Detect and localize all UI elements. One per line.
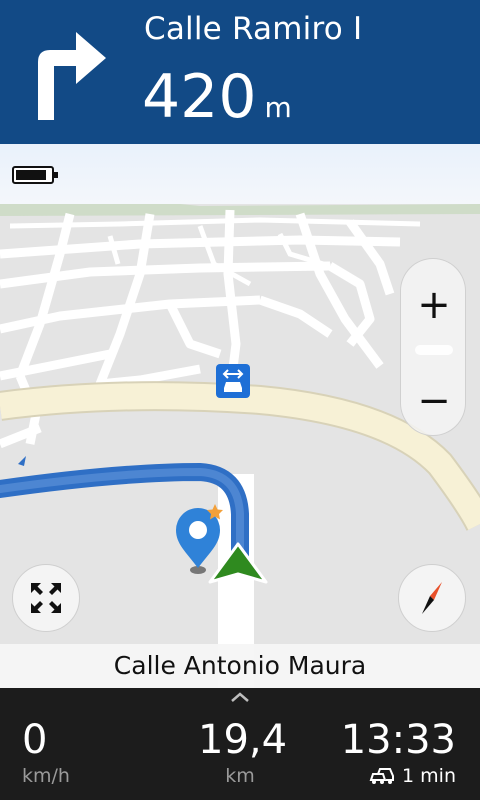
horizon-sky [0, 144, 480, 204]
battery-icon [12, 166, 58, 184]
trip-info-bar[interactable]: 0 km/h 19,4 km 13:33 1 min [0, 688, 480, 800]
speed-unit: km/h [22, 765, 70, 787]
map-view[interactable]: + − Calle Antonio Maura [0, 144, 480, 688]
arrival-time: 13:33 1 min [341, 716, 456, 788]
zoom-out-button[interactable]: − [401, 371, 467, 431]
traffic-delay: 1 min [341, 764, 456, 788]
fullscreen-icon [31, 583, 61, 613]
zoom-in-button[interactable]: + [401, 275, 467, 335]
distance-value: 420 [142, 62, 257, 132]
fullscreen-button[interactable] [12, 564, 80, 632]
distance-unit: m [264, 91, 292, 124]
turn-right-arrow-icon [38, 32, 106, 120]
maneuver-header: Calle Ramiro I 420 m [0, 0, 480, 144]
zoom-control: + − [400, 258, 466, 436]
distance-to-turn: 420 m [142, 62, 292, 132]
arrival-time-value: 13:33 [340, 717, 456, 763]
remaining-distance-value: 19,4 [198, 717, 288, 763]
current-speed: 0 km/h [22, 716, 70, 788]
compass-button[interactable] [398, 564, 466, 632]
traffic-delay-value: 1 min [402, 765, 456, 787]
remaining-distance-unit: km [225, 765, 255, 787]
current-street-label: Calle Antonio Maura [0, 644, 480, 688]
chevron-up-icon[interactable] [228, 690, 252, 704]
speed-value: 0 [22, 717, 48, 763]
zoom-slider-track[interactable] [415, 345, 453, 355]
traffic-icon [369, 768, 395, 784]
vehicle-arrow-icon [208, 542, 268, 584]
compass-icon [422, 582, 442, 614]
speed-camera-icon[interactable] [216, 364, 250, 398]
remaining-distance: 19,4 km [198, 716, 288, 788]
next-street-name: Calle Ramiro I [144, 11, 363, 47]
